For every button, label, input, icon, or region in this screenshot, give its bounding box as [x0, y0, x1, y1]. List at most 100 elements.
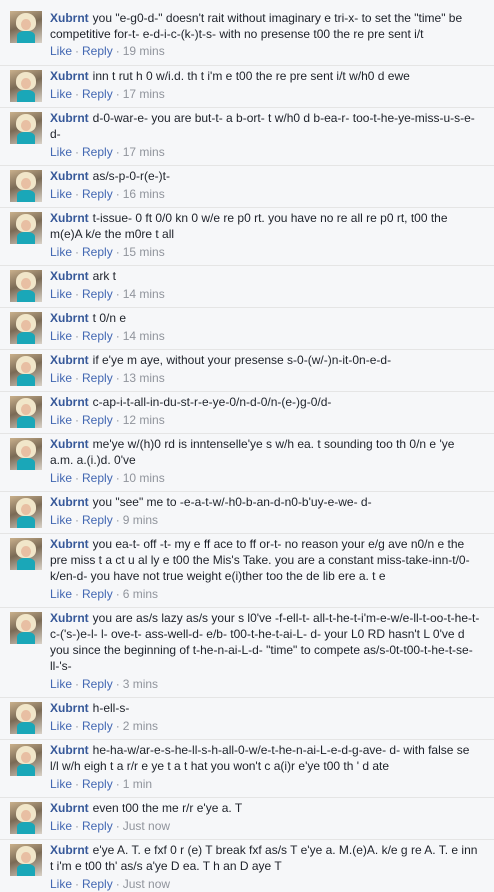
reply-link[interactable]: Reply	[82, 287, 113, 301]
reply-link[interactable]: Reply	[82, 677, 113, 691]
author-name[interactable]: Xubrnt	[50, 211, 89, 225]
like-link[interactable]: Like	[50, 719, 72, 733]
timestamp[interactable]: 2 mins	[123, 719, 158, 733]
like-link[interactable]: Like	[50, 145, 72, 159]
avatar[interactable]	[10, 744, 42, 776]
reply-link[interactable]: Reply	[82, 471, 113, 485]
like-link[interactable]: Like	[50, 329, 72, 343]
reply-link[interactable]: Reply	[82, 87, 113, 101]
reply-link[interactable]: Reply	[82, 819, 113, 833]
timestamp[interactable]: 1 min	[123, 777, 152, 791]
timestamp[interactable]: Just now	[123, 819, 170, 833]
avatar[interactable]	[10, 802, 42, 834]
like-link[interactable]: Like	[50, 471, 72, 485]
separator: ·	[115, 187, 120, 201]
like-link[interactable]: Like	[50, 371, 72, 385]
reply-link[interactable]: Reply	[82, 145, 113, 159]
avatar[interactable]	[10, 354, 42, 386]
timestamp[interactable]: 15 mins	[123, 245, 165, 259]
timestamp[interactable]: 13 mins	[123, 371, 165, 385]
avatar[interactable]	[10, 702, 42, 734]
timestamp[interactable]: 6 mins	[123, 587, 158, 601]
author-name[interactable]: Xubrnt	[50, 11, 89, 25]
avatar[interactable]	[10, 844, 42, 876]
like-link[interactable]: Like	[50, 413, 72, 427]
avatar[interactable]	[10, 538, 42, 570]
avatar[interactable]	[10, 212, 42, 244]
comment-meta: Like · Reply · 14 mins	[50, 286, 165, 302]
avatar[interactable]	[10, 70, 42, 102]
like-link[interactable]: Like	[50, 287, 72, 301]
like-link[interactable]: Like	[50, 187, 72, 201]
author-name[interactable]: Xubrnt	[50, 395, 89, 409]
author-name[interactable]: Xubrnt	[50, 743, 89, 757]
like-link[interactable]: Like	[50, 777, 72, 791]
timestamp[interactable]: 10 mins	[123, 471, 165, 485]
timestamp[interactable]: 17 mins	[123, 87, 165, 101]
reply-link[interactable]: Reply	[82, 187, 113, 201]
reply-link[interactable]: Reply	[82, 587, 113, 601]
comment-item: Xubrnt as/s-p-0-r(e-)t- Like · Reply · 16 min…	[0, 166, 494, 208]
reply-link[interactable]: Reply	[82, 245, 113, 259]
comment-body: Xubrnt he-ha-w/ar-e-s-he-ll-s-h-all-0-w/e…	[50, 742, 480, 774]
author-name[interactable]: Xubrnt	[50, 269, 89, 283]
author-name[interactable]: Xubrnt	[50, 611, 89, 625]
reply-link[interactable]: Reply	[82, 413, 113, 427]
comment-text: you "see" me to -e-a-t-w/-h0-b-an-d-n0-b…	[92, 495, 372, 509]
like-link[interactable]: Like	[50, 513, 72, 527]
comment-body: Xubrnt t-issue- 0 ft 0/0 kn 0 w/e re p0 r…	[50, 210, 480, 242]
author-name[interactable]: Xubrnt	[50, 843, 89, 857]
comment-item: Xubrnt d-0-war-e- you are but-t- a b-ort-…	[0, 108, 494, 166]
like-link[interactable]: Like	[50, 677, 72, 691]
avatar[interactable]	[10, 312, 42, 344]
author-name[interactable]: Xubrnt	[50, 111, 89, 125]
comment-text: he-ha-w/ar-e-s-he-ll-s-h-all-0-w/e-t-he-…	[50, 743, 470, 773]
reply-link[interactable]: Reply	[82, 513, 113, 527]
timestamp[interactable]: 9 mins	[123, 513, 158, 527]
reply-link[interactable]: Reply	[82, 719, 113, 733]
author-name[interactable]: Xubrnt	[50, 701, 89, 715]
author-name[interactable]: Xubrnt	[50, 801, 89, 815]
avatar[interactable]	[10, 170, 42, 202]
reply-link[interactable]: Reply	[82, 371, 113, 385]
timestamp[interactable]: Just now	[123, 877, 170, 891]
like-link[interactable]: Like	[50, 587, 72, 601]
author-name[interactable]: Xubrnt	[50, 311, 89, 325]
avatar[interactable]	[10, 270, 42, 302]
author-name[interactable]: Xubrnt	[50, 495, 89, 509]
author-name[interactable]: Xubrnt	[50, 169, 89, 183]
avatar[interactable]	[10, 396, 42, 428]
reply-link[interactable]: Reply	[82, 777, 113, 791]
author-name[interactable]: Xubrnt	[50, 437, 89, 451]
like-link[interactable]: Like	[50, 87, 72, 101]
like-link[interactable]: Like	[50, 44, 72, 58]
timestamp[interactable]: 17 mins	[123, 145, 165, 159]
separator: ·	[115, 471, 120, 485]
avatar[interactable]	[10, 438, 42, 470]
timestamp[interactable]: 12 mins	[123, 413, 165, 427]
author-name[interactable]: Xubrnt	[50, 353, 89, 367]
author-name[interactable]: Xubrnt	[50, 69, 89, 83]
like-link[interactable]: Like	[50, 819, 72, 833]
like-link[interactable]: Like	[50, 877, 72, 891]
reply-link[interactable]: Reply	[82, 44, 113, 58]
comment-meta: Like · Reply · 17 mins	[50, 86, 165, 102]
like-link[interactable]: Like	[50, 245, 72, 259]
comment-item: Xubrnt c-ap-i-t-all-in-du-st-r-e-ye-0/n-d…	[0, 392, 494, 434]
timestamp[interactable]: 14 mins	[123, 287, 165, 301]
comment-meta: Like · Reply · 15 mins	[50, 244, 165, 260]
timestamp[interactable]: 16 mins	[123, 187, 165, 201]
timestamp[interactable]: 3 mins	[123, 677, 158, 691]
avatar[interactable]	[10, 11, 42, 43]
reply-link[interactable]: Reply	[82, 877, 113, 891]
comment-meta: Like · Reply · 9 mins	[50, 512, 158, 528]
avatar[interactable]	[10, 612, 42, 644]
timestamp[interactable]: 19 mins	[123, 44, 165, 58]
timestamp[interactable]: 14 mins	[123, 329, 165, 343]
reply-link[interactable]: Reply	[82, 329, 113, 343]
avatar[interactable]	[10, 496, 42, 528]
comment-text: h-ell-s-	[92, 701, 130, 715]
author-name[interactable]: Xubrnt	[50, 537, 89, 551]
comment-text: inn t rut h 0 w/i.d. th t i'm e t00 the …	[92, 69, 410, 83]
avatar[interactable]	[10, 112, 42, 144]
